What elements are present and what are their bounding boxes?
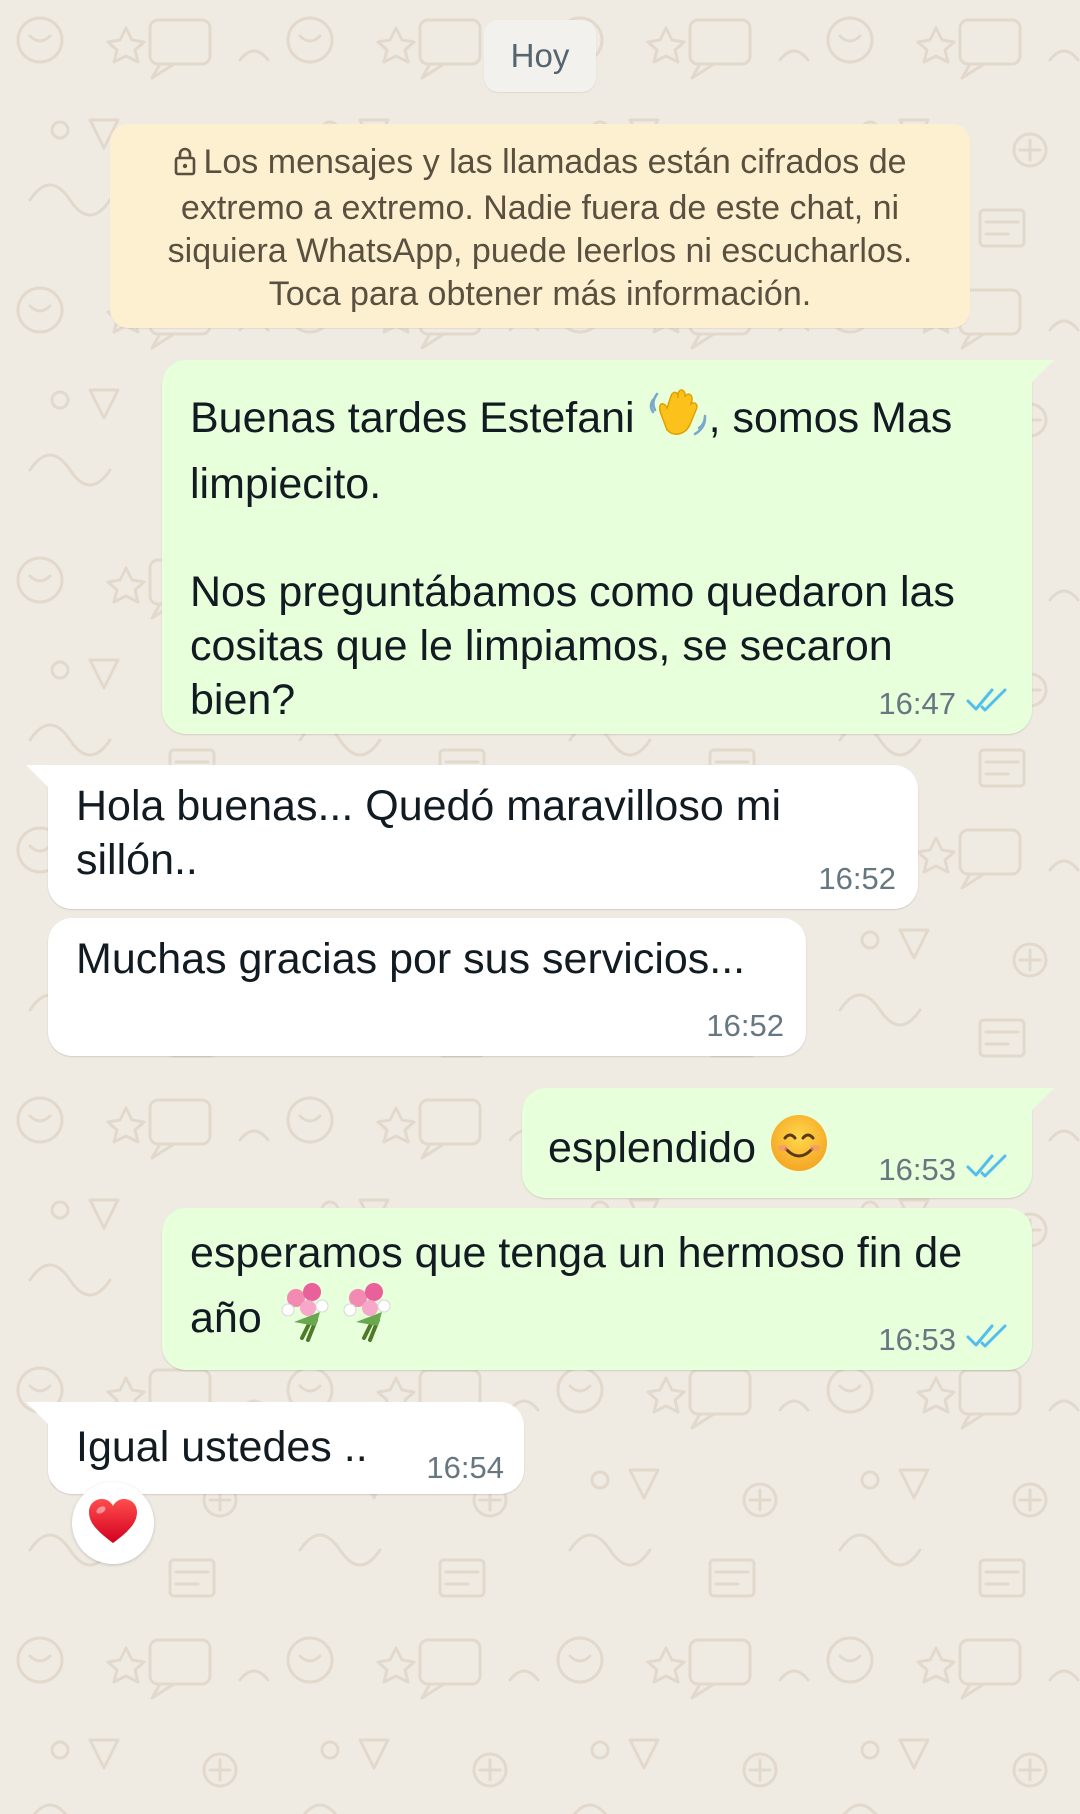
red-heart-icon xyxy=(87,1497,139,1550)
message-time: 16:53 xyxy=(878,1152,956,1187)
message-meta: 16:52 xyxy=(818,861,896,897)
message-meta: 16:54 xyxy=(426,1450,504,1486)
incoming-message[interactable]: Hola buenas... Quedó maravilloso mi sill… xyxy=(26,765,918,909)
message-meta: 16:53 xyxy=(878,1322,1010,1358)
read-receipt-icon xyxy=(966,1152,1010,1188)
lock-icon xyxy=(173,144,197,187)
encryption-notice-text: Los mensajes y las llamadas están cifrad… xyxy=(167,143,913,313)
outgoing-message[interactable]: esplendido 16:53 xyxy=(522,1088,1054,1198)
smiling-face-icon xyxy=(768,1112,830,1187)
incoming-message[interactable]: Muchas gracias por sus servicios... 16:5… xyxy=(48,918,806,1056)
date-divider: Hoy xyxy=(484,20,596,92)
message-time: 16:52 xyxy=(818,861,896,896)
waving-hand-icon xyxy=(647,382,709,457)
message-time: 16:53 xyxy=(878,1322,956,1357)
message-text: Igual ustedes .. xyxy=(76,1423,368,1471)
encryption-notice[interactable]: Los mensajes y las llamadas están cifrad… xyxy=(110,124,970,328)
message-meta: 16:52 xyxy=(706,1008,784,1044)
message-text-part: esplendido xyxy=(548,1124,768,1172)
outgoing-message[interactable]: Buenas tardes Estefani , somos Mas limpi… xyxy=(162,360,1054,734)
outgoing-message[interactable]: esperamos que tenga un hermoso fin de añ… xyxy=(162,1208,1032,1370)
message-text-part: , somos Mas limpiecito. Nos preguntábamo… xyxy=(190,394,955,724)
message-meta: 16:53 xyxy=(878,1152,1010,1188)
message-text: Hola buenas... Quedó maravilloso mi sill… xyxy=(76,782,782,884)
message-meta: 16:47 xyxy=(878,686,1010,722)
message-text: Buenas tardes Estefani , somos Mas limpi… xyxy=(190,382,1020,727)
message-time: 16:54 xyxy=(426,1450,504,1485)
message-time: 16:52 xyxy=(706,1008,784,1043)
message-reaction[interactable] xyxy=(72,1482,154,1564)
read-receipt-icon xyxy=(966,1322,1010,1358)
incoming-message[interactable]: Igual ustedes .. 16:54 xyxy=(26,1402,524,1494)
bouquet-icon xyxy=(274,1280,402,1357)
message-text-part: Buenas tardes Estefani xyxy=(190,394,647,442)
message-time: 16:47 xyxy=(878,686,956,721)
read-receipt-icon xyxy=(966,686,1010,722)
message-text: Muchas gracias por sus servicios... xyxy=(76,935,746,983)
message-text: esplendido xyxy=(548,1112,868,1187)
